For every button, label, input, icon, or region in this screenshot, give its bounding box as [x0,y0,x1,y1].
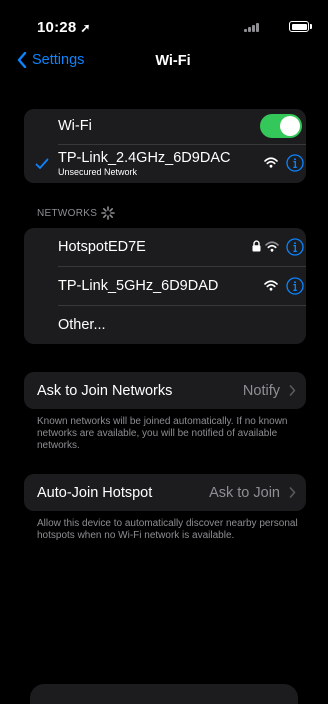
wifi-icon [265,241,279,252]
wifi-toggle-label: Wi-Fi [58,118,92,134]
wifi-group: Wi-Fi TP-Link_2.4GHz_6D9DAC Unsecured Ne… [24,109,306,183]
networks-group: HotspotED7E TP-Link_5GHz_6D9DAD Other... [24,228,306,344]
info-icon[interactable] [286,277,304,295]
auto-join-hotspot-label: Auto-Join Hotspot [37,485,153,501]
signal-icon [244,22,264,32]
info-icon[interactable] [286,238,304,256]
spinner-icon [101,206,115,220]
network-name: HotspotED7E [58,239,146,255]
auto-join-hotspot-value: Ask to Join [209,485,280,501]
battery-icon [289,21,309,32]
page-title: Wi-Fi [0,53,328,69]
chevron-right-icon [289,385,296,396]
network-row[interactable]: TP-Link_5GHz_6D9DAD [24,267,306,305]
network-name: TP-Link_5GHz_6D9DAD [58,278,219,294]
connected-network-subtitle: Unsecured Network [58,167,138,177]
other-network-label: Other... [58,317,106,333]
connected-network-name: TP-Link_2.4GHz_6D9DAC [58,150,231,166]
info-icon[interactable] [286,154,304,172]
battery-cap [310,24,312,29]
lock-icon [252,240,261,252]
ask-to-join-value: Notify [242,383,280,399]
ask-to-join-label: Ask to Join Networks [37,383,173,399]
ask-to-join-footer: Known networks will be joined automatica… [37,416,288,451]
wifi-toggle-row[interactable]: Wi-Fi [24,109,306,143]
wifi-icon [264,157,278,168]
auto-join-hotspot-row[interactable]: Auto-Join Hotspot Ask to Join [24,474,306,511]
toggle-knob [280,116,300,136]
status-time: 10:28 ➚ [37,19,91,36]
auto-join-hotspot-footer: Allow this device to automatically disco… [37,518,298,541]
page-title-label: Wi-Fi [155,53,191,69]
wifi-toggle[interactable] [260,114,302,138]
networks-header: NETWORKS [37,208,97,219]
networks-header-label: NETWORKS [37,208,98,219]
connected-network-row[interactable]: TP-Link_2.4GHz_6D9DAC Unsecured Network [24,145,306,183]
other-network-row[interactable]: Other... [24,306,306,344]
location-arrow-icon: ➚ [80,21,91,35]
ask-to-join-row[interactable]: Ask to Join Networks Notify [24,372,306,409]
chevron-right-icon [289,487,296,498]
bottom-sheet-edge [30,684,298,704]
status-time-label: 10:28 [37,19,77,36]
wifi-icon [264,280,278,291]
network-row[interactable]: HotspotED7E [24,228,306,266]
checkmark-icon [35,158,49,169]
